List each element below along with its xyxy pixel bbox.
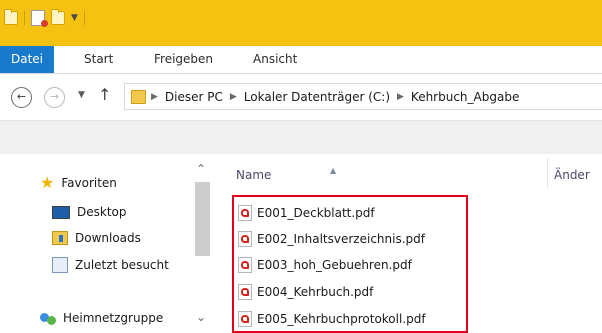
quick-access-toolbar: ▼ xyxy=(4,9,85,27)
address-field[interactable]: ▶ Dieser PC ▶ Lokaler Datenträger (C:) ▶… xyxy=(124,83,602,110)
folder-icon xyxy=(4,9,18,25)
column-divider[interactable] xyxy=(547,158,548,188)
recent-locations-chevron-down-icon[interactable]: ▼ xyxy=(78,90,85,100)
sort-ascending-icon: ▲ xyxy=(330,166,337,175)
breadcrumb-current-folder[interactable]: Kehrbuch_Abgabe xyxy=(411,90,519,104)
scroll-down-icon[interactable]: ⌄ xyxy=(196,310,206,324)
sidebar-item-label: Zuletzt besucht xyxy=(75,258,169,272)
column-header-modified[interactable]: Änder xyxy=(554,168,590,182)
new-folder-icon[interactable] xyxy=(51,9,65,25)
sidebar-item-favoriten[interactable]: ★ Favoriten xyxy=(40,173,117,192)
sidebar-item-downloads[interactable]: Downloads xyxy=(52,231,141,245)
column-header-name[interactable]: Name ▲ xyxy=(236,166,336,182)
sidebar-item-label: Desktop xyxy=(77,205,127,219)
toolbar-spacer xyxy=(0,121,602,154)
ribbon-tabs: Datei Start Freigeben Ansicht xyxy=(0,46,602,74)
tab-datei[interactable]: Datei xyxy=(0,46,54,73)
star-icon: ★ xyxy=(40,173,55,192)
sidebar-item-label: Heimnetzgruppe xyxy=(63,311,164,325)
navigation-scrollbar[interactable]: ⌃ ⌄ xyxy=(189,154,217,333)
forward-icon[interactable]: → xyxy=(44,87,65,108)
homegroup-icon xyxy=(40,311,56,325)
toolbar-separator xyxy=(83,11,85,25)
folder-icon xyxy=(131,90,146,104)
customize-toolbar-chevron-down-icon[interactable]: ▼ xyxy=(71,13,78,23)
tab-freigeben[interactable]: Freigeben xyxy=(154,52,213,66)
back-icon[interactable]: ← xyxy=(11,87,32,108)
scroll-up-icon[interactable]: ⌃ xyxy=(196,162,206,176)
column-header-name-label: Name xyxy=(236,168,272,182)
title-bar: ▼ xyxy=(0,0,602,46)
sidebar-item-desktop[interactable]: Desktop xyxy=(52,205,127,219)
breadcrumb-chevron-icon[interactable]: ▶ xyxy=(397,92,404,102)
desktop-icon xyxy=(52,205,70,219)
toolbar-separator xyxy=(24,11,25,25)
breadcrumb-this-pc[interactable]: Dieser PC xyxy=(165,90,223,104)
up-arrow-icon[interactable]: ↑ xyxy=(98,85,111,104)
sidebar-item-heimnetzgruppe[interactable]: Heimnetzgruppe xyxy=(40,311,163,325)
tab-start[interactable]: Start xyxy=(84,52,113,66)
tab-ansicht[interactable]: Ansicht xyxy=(253,52,297,66)
scroll-thumb[interactable] xyxy=(195,182,210,256)
properties-icon[interactable] xyxy=(31,10,48,27)
recent-places-icon xyxy=(52,257,68,273)
sidebar-item-label: Favoriten xyxy=(61,176,117,190)
breadcrumb-local-disk[interactable]: Lokaler Datenträger (C:) xyxy=(244,90,390,104)
sidebar-item-label: Downloads xyxy=(75,231,141,245)
downloads-icon xyxy=(52,231,68,245)
sidebar-item-zuletzt-besucht[interactable]: Zuletzt besucht xyxy=(52,257,169,273)
breadcrumb-chevron-icon[interactable]: ▶ xyxy=(230,92,237,102)
highlight-box xyxy=(232,195,468,333)
address-bar: ← → ▼ ↑ ▶ Dieser PC ▶ Lokaler Datenträge… xyxy=(0,74,602,121)
breadcrumb-chevron-icon[interactable]: ▶ xyxy=(151,92,158,102)
